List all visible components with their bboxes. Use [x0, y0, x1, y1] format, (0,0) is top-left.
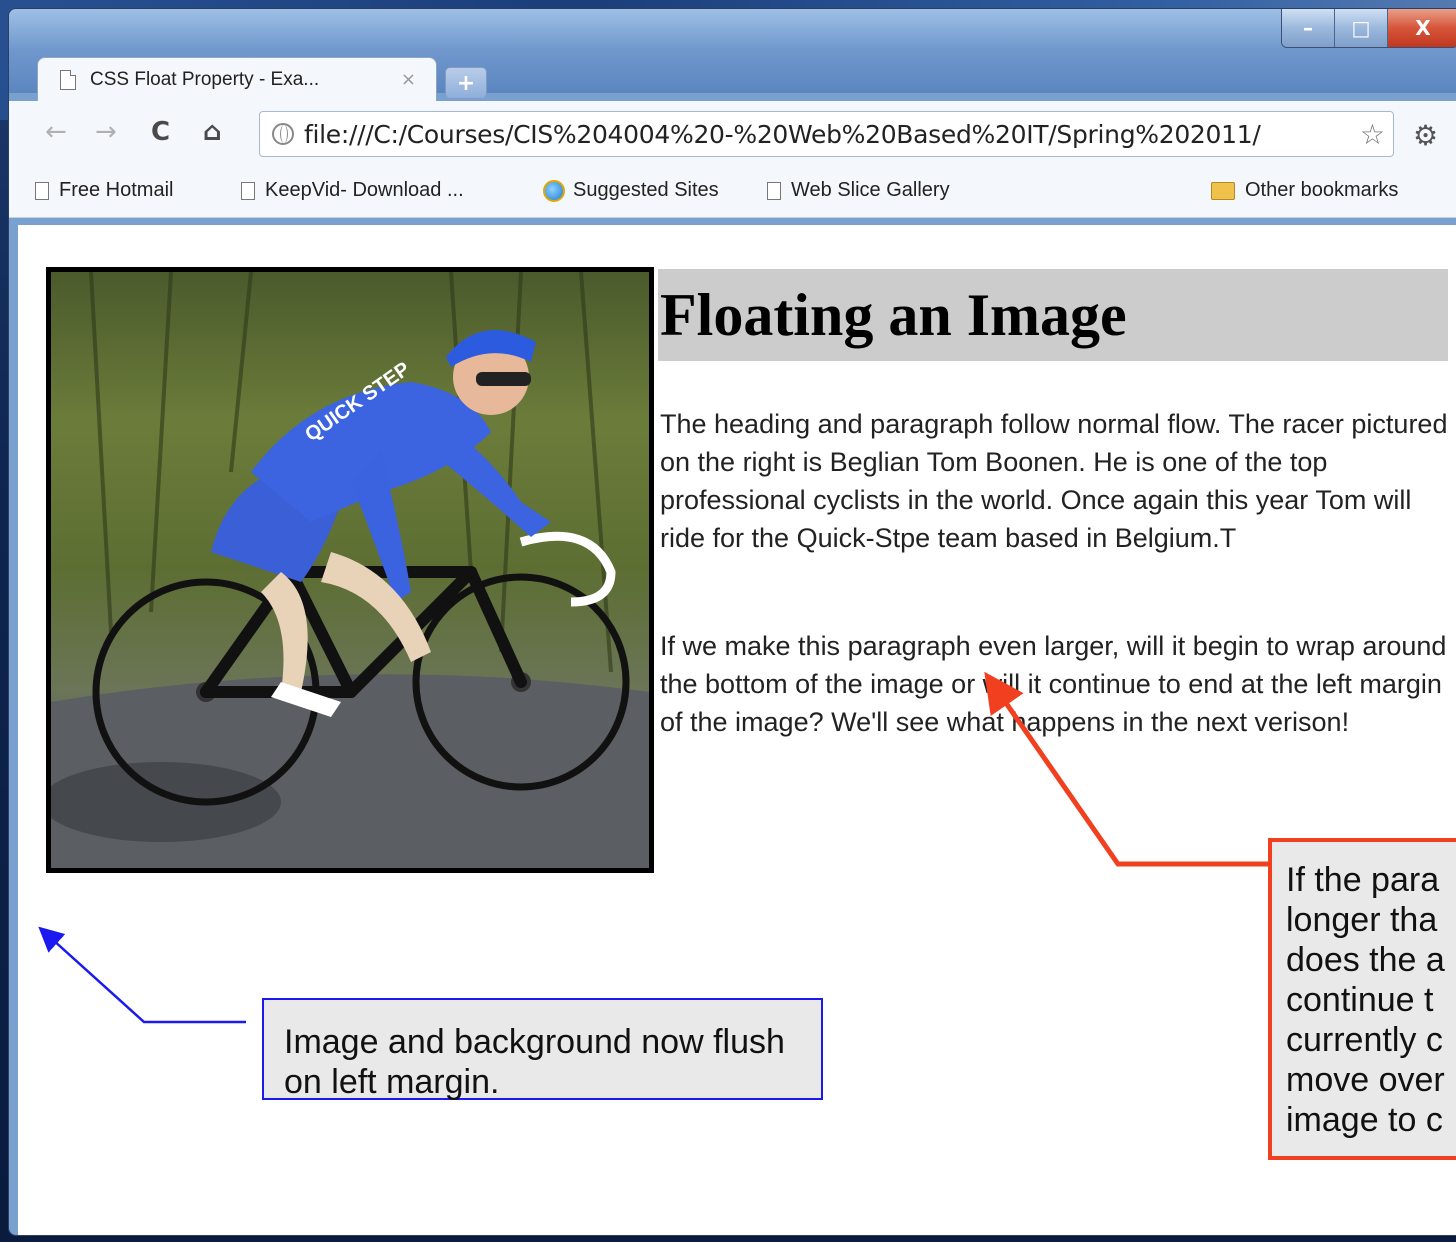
cyclist-image: QUICK STEP — [46, 267, 654, 873]
red-note-line: continue t — [1286, 981, 1434, 1019]
page-icon — [60, 69, 76, 90]
tab-title: CSS Float Property - Exa... — [90, 68, 320, 90]
close-button[interactable]: X — [1388, 9, 1456, 47]
page-heading: Floating an Image — [660, 282, 1127, 348]
wrench-icon[interactable]: ⚙ — [1413, 119, 1438, 152]
bookmarks-bar: Free Hotmail KeepVid- Download ... Sugge… — [9, 167, 1456, 218]
cyclist-illustration: QUICK STEP — [51, 272, 649, 868]
bookmark-label: Free Hotmail — [59, 179, 174, 201]
bookmark-label: KeepVid- Download ... — [265, 179, 464, 201]
page-icon — [35, 181, 49, 200]
bookmark-suggested-sites[interactable]: Suggested Sites — [543, 179, 719, 202]
other-bookmarks[interactable]: Other bookmarks — [1211, 179, 1398, 202]
bookmark-star-icon[interactable]: ☆ — [1360, 118, 1385, 151]
red-note-line: image to c — [1286, 1101, 1443, 1139]
maximize-button[interactable]: □ — [1335, 9, 1388, 47]
bookmark-free-hotmail[interactable]: Free Hotmail — [35, 179, 173, 202]
tab-close-icon[interactable]: × — [401, 69, 416, 90]
red-note-line: move over — [1286, 1061, 1445, 1099]
red-note-line: If the para — [1286, 861, 1440, 899]
red-note-line: longer tha — [1286, 901, 1438, 939]
blue-annotation-callout: Image and background now flush on left m… — [262, 998, 823, 1101]
back-icon[interactable]: ← — [45, 117, 67, 147]
ie-icon — [543, 179, 565, 202]
paragraph-1: The heading and paragraph follow normal … — [660, 409, 1448, 553]
globe-icon — [272, 123, 294, 145]
folder-icon — [1211, 181, 1235, 200]
reload-icon[interactable]: C — [151, 117, 170, 147]
page-icon — [767, 181, 781, 200]
red-annotation-callout: If the para longer tha does the a contin… — [1268, 838, 1456, 1160]
url-text: file:///C:/Courses/CIS%204004%20-%20Web%… — [304, 119, 1261, 149]
tab-css-float[interactable]: CSS Float Property - Exa... × — [37, 57, 437, 101]
bookmark-label: Web Slice Gallery — [791, 179, 950, 201]
other-bookmarks-label: Other bookmarks — [1245, 179, 1399, 201]
address-bar[interactable]: file:///C:/Courses/CIS%204004%20-%20Web%… — [259, 111, 1394, 157]
home-icon[interactable]: ⌂ — [203, 117, 222, 147]
red-note-line: does the a — [1286, 941, 1445, 979]
bookmark-web-slice-gallery[interactable]: Web Slice Gallery — [767, 179, 950, 202]
red-note-line: currently c — [1286, 1021, 1443, 1059]
page-icon — [241, 181, 255, 200]
minimize-button[interactable]: – — [1282, 9, 1335, 47]
window-controls: – □ X — [1281, 9, 1456, 48]
bookmark-label: Suggested Sites — [573, 179, 719, 201]
forward-icon[interactable]: → — [95, 117, 117, 147]
bookmark-keepvid[interactable]: KeepVid- Download ... — [241, 179, 464, 202]
new-tab-button[interactable]: + — [445, 67, 487, 99]
paragraph-2: If we make this paragraph even larger, w… — [660, 631, 1447, 737]
